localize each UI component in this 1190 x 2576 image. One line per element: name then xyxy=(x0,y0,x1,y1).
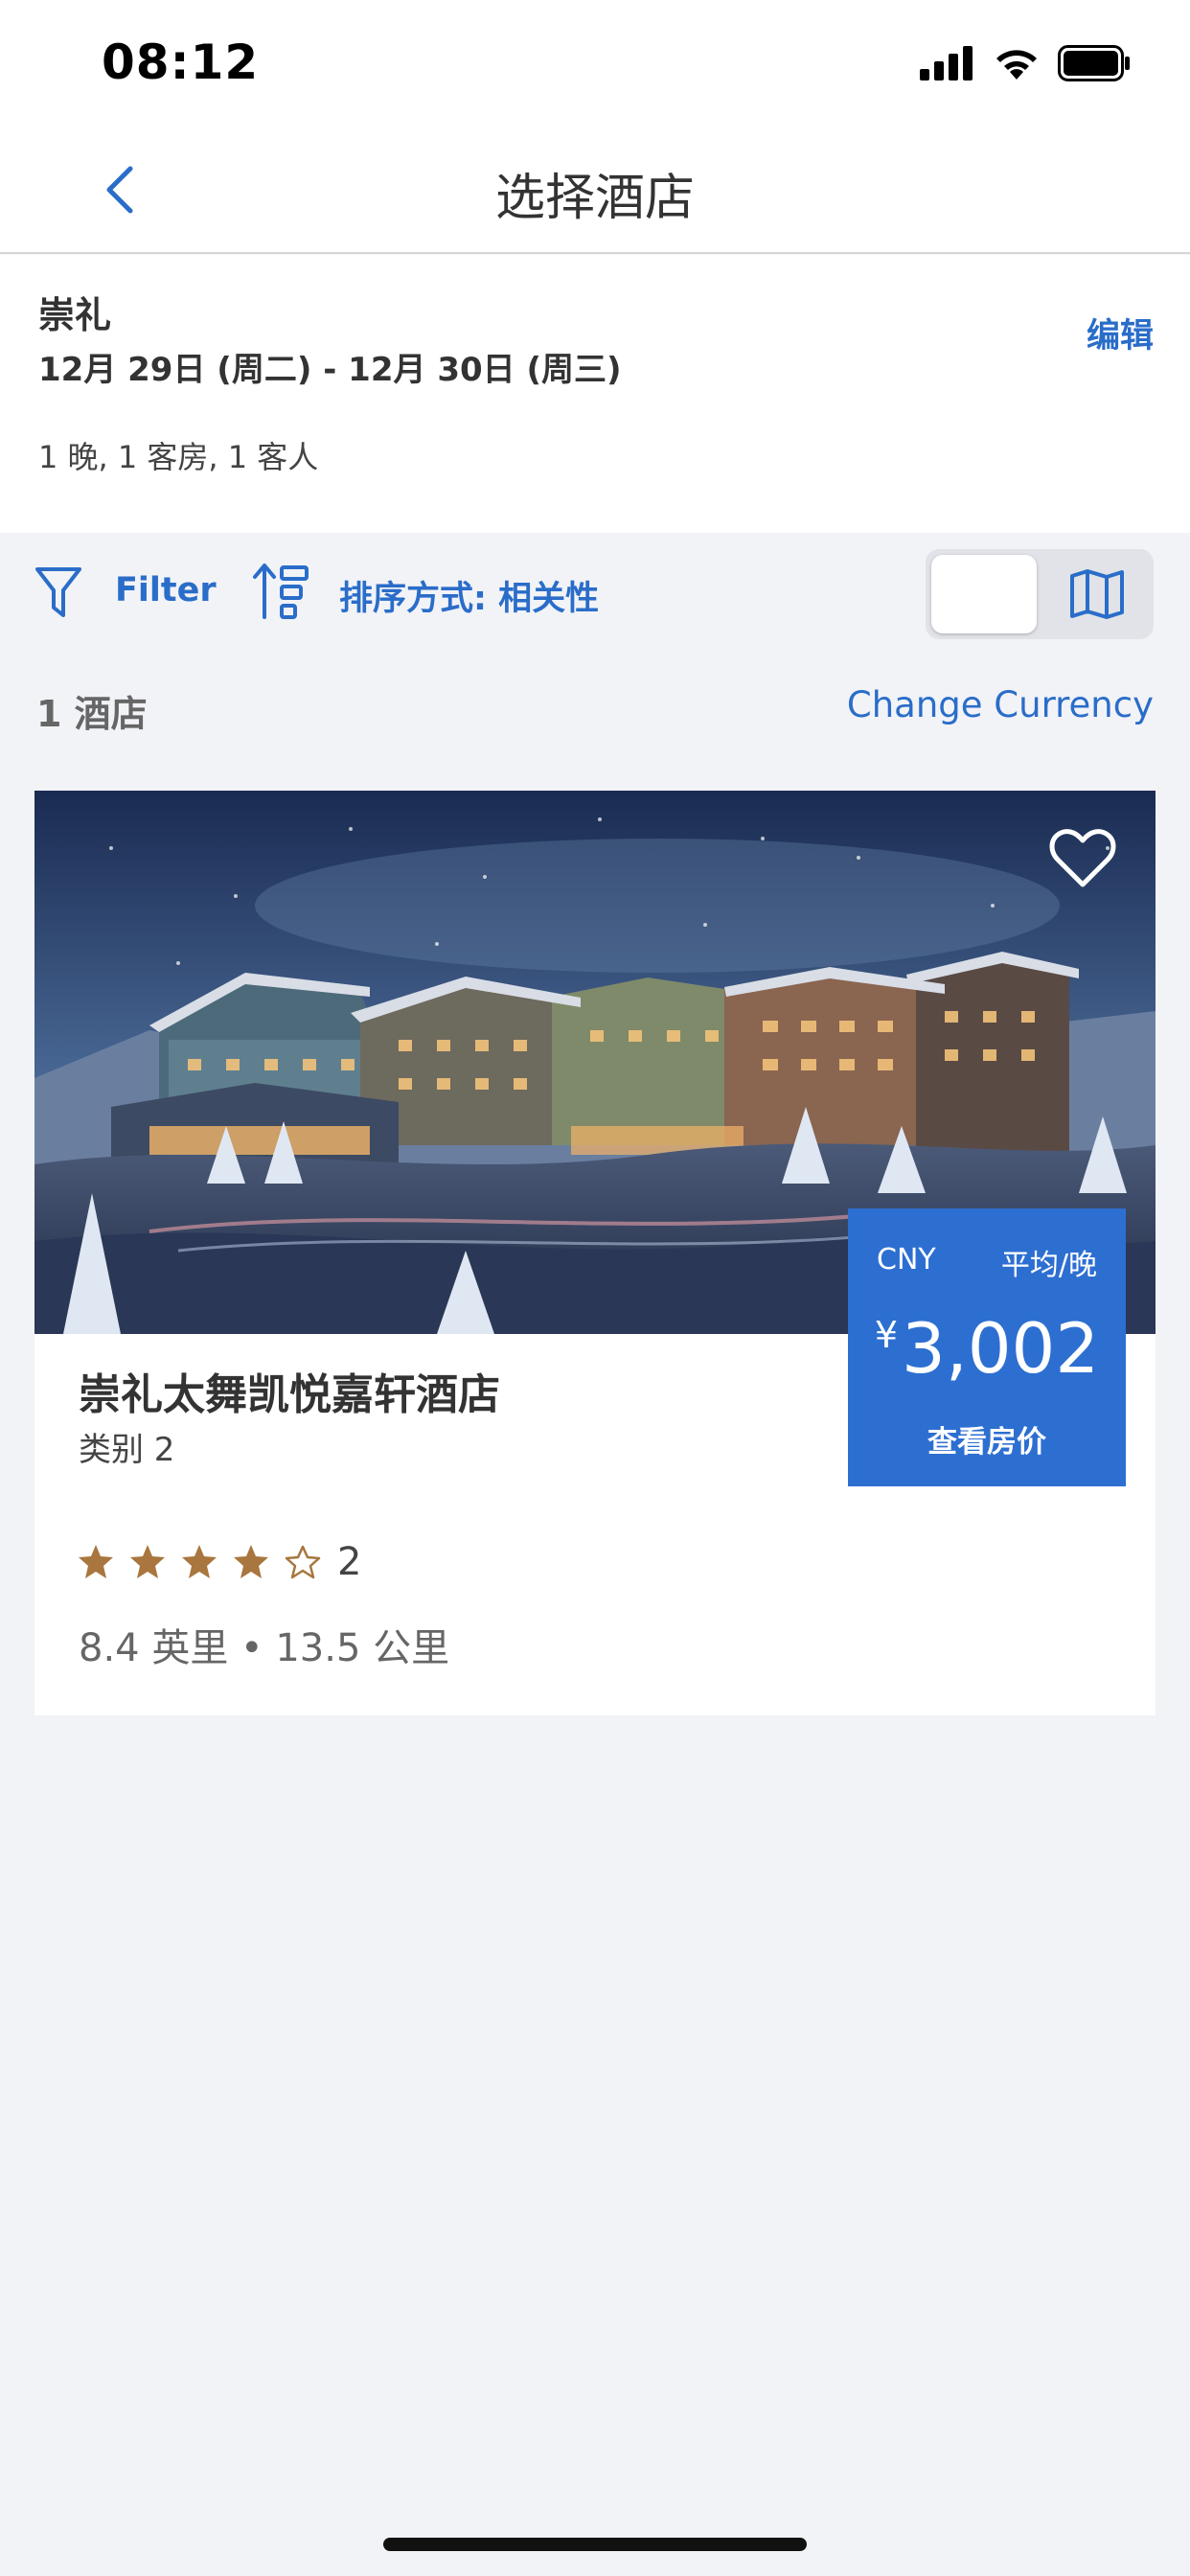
price-amount: ¥3,002 xyxy=(848,1308,1126,1389)
filter-button[interactable]: Filter xyxy=(115,571,217,610)
view-rates-button[interactable]: 查看房价 xyxy=(848,1417,1126,1460)
sort-icon[interactable] xyxy=(251,562,310,621)
battery-icon xyxy=(1058,45,1130,81)
sort-button[interactable]: 排序方式: 相关性 xyxy=(339,571,599,620)
destination-city: 崇礼 xyxy=(38,294,112,336)
hotel-name[interactable]: 崇礼太舞凯悦嘉轩酒店 xyxy=(79,1360,500,1421)
price-unit: 平均/晚 xyxy=(1000,1249,1097,1282)
star-filled-icon xyxy=(182,1545,217,1578)
home-indicator[interactable] xyxy=(383,2538,807,2551)
edit-search-button[interactable]: 编辑 xyxy=(1087,309,1154,357)
list-view-option[interactable] xyxy=(931,555,1037,633)
search-summary: 崇礼 12月 29日 (周二) - 12月 30日 (周三) 1 晚, 1 客房… xyxy=(0,255,1190,533)
status-icons xyxy=(920,42,1131,84)
cellular-signal-icon xyxy=(920,46,973,80)
currency-symbol: ¥ xyxy=(874,1314,899,1356)
price-currency: CNY xyxy=(877,1243,936,1276)
results-toolbar: Filter 排序方式: 相关性 xyxy=(0,533,1190,657)
list-map-toggle[interactable] xyxy=(926,549,1154,639)
review-count: 2 xyxy=(337,1540,362,1584)
stay-dates: 12月 29日 (周二) - 12月 30日 (周三) xyxy=(38,351,622,389)
stay-details: 1 晚, 1 客房, 1 客人 xyxy=(38,439,319,475)
nav-bar: 选择酒店 xyxy=(0,125,1190,254)
hotel-rating: 2 xyxy=(77,1540,361,1584)
hotel-category: 类别 2 xyxy=(79,1431,175,1469)
wifi-icon xyxy=(996,50,1037,80)
price-box[interactable]: CNY 平均/晚 ¥3,002 查看房价 xyxy=(848,1208,1126,1486)
status-time: 08:12 xyxy=(102,34,260,90)
price-value: 3,002 xyxy=(902,1308,1100,1389)
hotel-distance: 8.4 英里 • 13.5 公里 xyxy=(79,1626,450,1670)
filter-icon[interactable] xyxy=(34,565,82,621)
star-filled-icon xyxy=(234,1545,268,1578)
map-icon[interactable] xyxy=(1069,568,1125,620)
star-filled-icon xyxy=(130,1545,165,1578)
star-filled-icon xyxy=(79,1545,113,1578)
change-currency-link[interactable]: Change Currency xyxy=(847,684,1154,725)
hotel-count: 1 酒店 xyxy=(36,693,148,735)
favorite-heart-icon[interactable] xyxy=(1048,827,1117,890)
hotel-card[interactable]: CNY 平均/晚 ¥3,002 查看房价 崇礼太舞凯悦嘉轩酒店 类别 2 2 8… xyxy=(34,791,1156,1715)
results-header: 1 酒店 Change Currency xyxy=(0,671,1190,748)
star-empty-icon xyxy=(285,1545,321,1579)
status-bar: 08:12 xyxy=(0,0,1190,125)
page-title: 选择酒店 xyxy=(494,170,695,227)
